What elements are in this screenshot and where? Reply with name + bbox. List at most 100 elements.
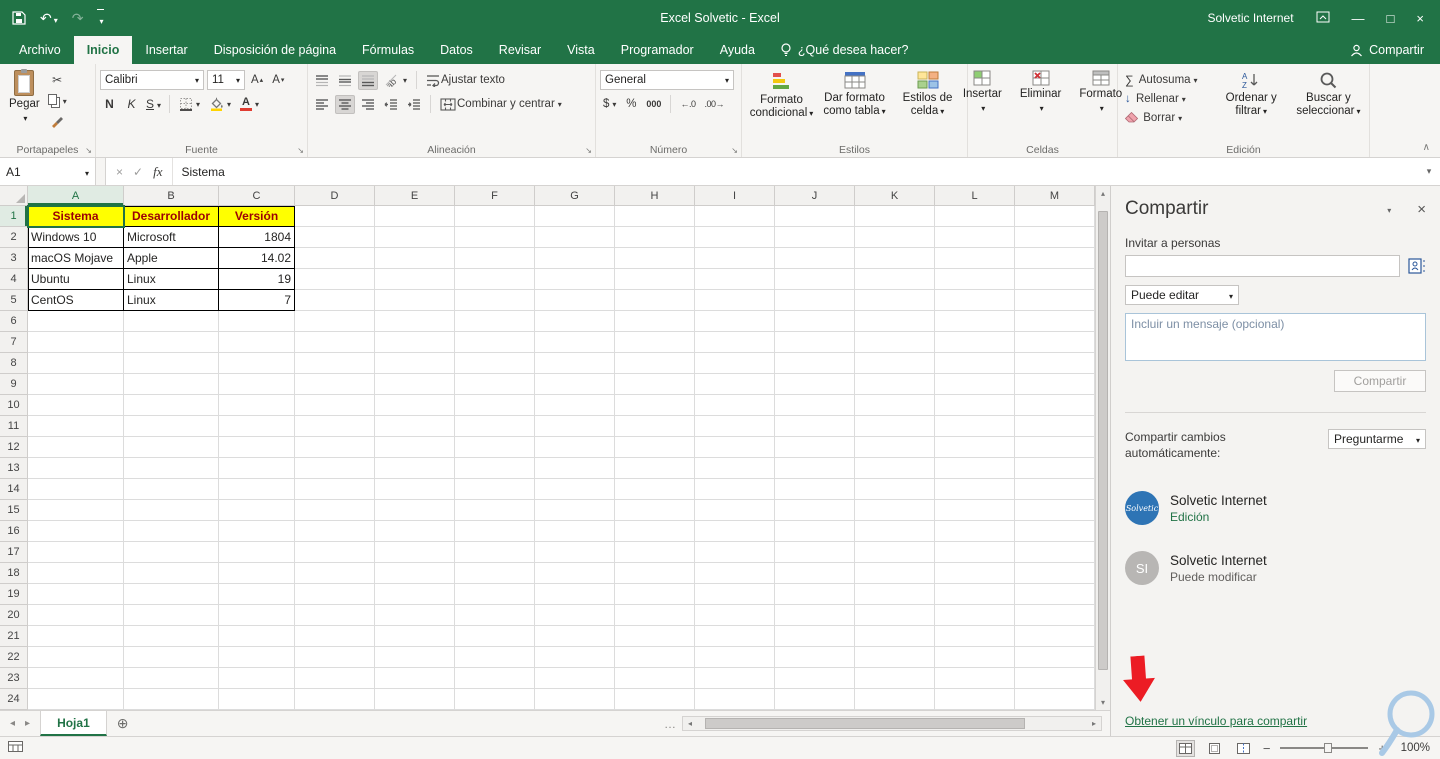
cell-K3[interactable] bbox=[855, 248, 935, 269]
cell-F3[interactable] bbox=[455, 248, 535, 269]
cell-K1[interactable] bbox=[855, 206, 935, 227]
cell-L2[interactable] bbox=[935, 227, 1015, 248]
cell-D20[interactable] bbox=[295, 605, 375, 626]
cell-G8[interactable] bbox=[535, 353, 615, 374]
cell-C2[interactable]: 1804 bbox=[219, 227, 295, 248]
row-header-10[interactable]: 10 bbox=[0, 395, 28, 416]
column-header-B[interactable]: B bbox=[124, 186, 219, 206]
cell-H4[interactable] bbox=[615, 269, 695, 290]
cell-M1[interactable] bbox=[1015, 206, 1095, 227]
cell-B10[interactable] bbox=[124, 395, 219, 416]
cell-I16[interactable] bbox=[695, 521, 775, 542]
cell-M19[interactable] bbox=[1015, 584, 1095, 605]
cell-J1[interactable] bbox=[775, 206, 855, 227]
cell-B22[interactable] bbox=[124, 647, 219, 668]
row-header-19[interactable]: 19 bbox=[0, 584, 28, 605]
cell-K20[interactable] bbox=[855, 605, 935, 626]
cell-F13[interactable] bbox=[455, 458, 535, 479]
cell-L5[interactable] bbox=[935, 290, 1015, 311]
cell-I20[interactable] bbox=[695, 605, 775, 626]
cell-E4[interactable] bbox=[375, 269, 455, 290]
collapse-ribbon-button[interactable]: ∧ bbox=[1423, 142, 1430, 153]
invite-input[interactable] bbox=[1125, 255, 1400, 277]
close-button[interactable]: × bbox=[1416, 11, 1424, 26]
cell-H14[interactable] bbox=[615, 479, 695, 500]
cell-G22[interactable] bbox=[535, 647, 615, 668]
cell-J2[interactable] bbox=[775, 227, 855, 248]
cell-G7[interactable] bbox=[535, 332, 615, 353]
cell-C12[interactable] bbox=[219, 437, 295, 458]
find-select-button[interactable]: Buscar y seleccionar bbox=[1292, 68, 1365, 142]
cell-G13[interactable] bbox=[535, 458, 615, 479]
cell-A13[interactable] bbox=[28, 458, 124, 479]
cell-A1[interactable]: Sistema bbox=[28, 206, 124, 227]
cell-A22[interactable] bbox=[28, 647, 124, 668]
cell-C24[interactable] bbox=[219, 689, 295, 710]
cell-F14[interactable] bbox=[455, 479, 535, 500]
cell-H18[interactable] bbox=[615, 563, 695, 584]
cell-C4[interactable]: 19 bbox=[219, 269, 295, 290]
cell-K4[interactable] bbox=[855, 269, 935, 290]
cell-K14[interactable] bbox=[855, 479, 935, 500]
cell-G2[interactable] bbox=[535, 227, 615, 248]
cell-M17[interactable] bbox=[1015, 542, 1095, 563]
cell-J18[interactable] bbox=[775, 563, 855, 584]
new-sheet-button[interactable]: ⊕ bbox=[107, 711, 139, 736]
row-header-24[interactable]: 24 bbox=[0, 689, 28, 710]
cell-C15[interactable] bbox=[219, 500, 295, 521]
cell-A9[interactable] bbox=[28, 374, 124, 395]
row-header-18[interactable]: 18 bbox=[0, 563, 28, 584]
underline-button[interactable]: S bbox=[144, 95, 163, 114]
cell-F23[interactable] bbox=[455, 668, 535, 689]
cell-L4[interactable] bbox=[935, 269, 1015, 290]
cell-F5[interactable] bbox=[455, 290, 535, 311]
cell-K18[interactable] bbox=[855, 563, 935, 584]
cell-D2[interactable] bbox=[295, 227, 375, 248]
cell-D9[interactable] bbox=[295, 374, 375, 395]
cell-K2[interactable] bbox=[855, 227, 935, 248]
cell-J20[interactable] bbox=[775, 605, 855, 626]
cell-J7[interactable] bbox=[775, 332, 855, 353]
cell-A16[interactable] bbox=[28, 521, 124, 542]
fill-color-button[interactable] bbox=[206, 95, 234, 114]
cell-H17[interactable] bbox=[615, 542, 695, 563]
cell-B9[interactable] bbox=[124, 374, 219, 395]
font-name-combobox[interactable]: Calibri bbox=[100, 70, 204, 90]
cell-B2[interactable]: Microsoft bbox=[124, 227, 219, 248]
cell-D7[interactable] bbox=[295, 332, 375, 353]
format-as-table-button[interactable]: Dar formato como tabla bbox=[819, 68, 890, 118]
cell-E16[interactable] bbox=[375, 521, 455, 542]
column-header-J[interactable]: J bbox=[775, 186, 855, 206]
align-right-button[interactable] bbox=[358, 95, 378, 114]
cell-J23[interactable] bbox=[775, 668, 855, 689]
redo-button[interactable]: ↷ bbox=[72, 10, 84, 27]
cell-L18[interactable] bbox=[935, 563, 1015, 584]
italic-button[interactable]: K bbox=[122, 95, 141, 114]
cell-L10[interactable] bbox=[935, 395, 1015, 416]
cell-A11[interactable] bbox=[28, 416, 124, 437]
row-header-2[interactable]: 2 bbox=[0, 227, 28, 248]
cell-A7[interactable] bbox=[28, 332, 124, 353]
ribbon-tab-inicio[interactable]: Inicio bbox=[73, 36, 133, 64]
cell-J12[interactable] bbox=[775, 437, 855, 458]
cell-D22[interactable] bbox=[295, 647, 375, 668]
cell-K21[interactable] bbox=[855, 626, 935, 647]
cell-H16[interactable] bbox=[615, 521, 695, 542]
ribbon-tab-revisar[interactable]: Revisar bbox=[486, 36, 554, 64]
cell-I1[interactable] bbox=[695, 206, 775, 227]
cell-J13[interactable] bbox=[775, 458, 855, 479]
normal-view-button[interactable] bbox=[1175, 739, 1195, 757]
zoom-in-button[interactable]: + bbox=[1378, 741, 1386, 756]
cell-I6[interactable] bbox=[695, 311, 775, 332]
cell-K15[interactable] bbox=[855, 500, 935, 521]
cell-F16[interactable] bbox=[455, 521, 535, 542]
align-left-button[interactable] bbox=[312, 95, 332, 114]
cell-A8[interactable] bbox=[28, 353, 124, 374]
cell-M20[interactable] bbox=[1015, 605, 1095, 626]
macro-record-button[interactable] bbox=[8, 741, 23, 755]
cell-E6[interactable] bbox=[375, 311, 455, 332]
ribbon-tab-archivo[interactable]: Archivo bbox=[6, 36, 74, 64]
cell-G18[interactable] bbox=[535, 563, 615, 584]
sheet-tab-hoja1[interactable]: Hoja1 bbox=[40, 711, 107, 736]
cell-C14[interactable] bbox=[219, 479, 295, 500]
